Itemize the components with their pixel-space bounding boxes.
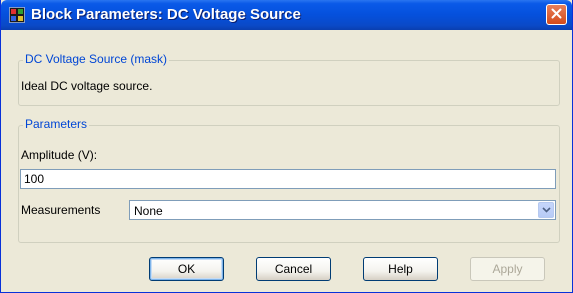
apply-button[interactable]: Apply: [470, 257, 545, 281]
description-group-legend: DC Voltage Source (mask): [23, 52, 170, 66]
description-group: DC Voltage Source (mask) Ideal DC voltag…: [18, 52, 560, 106]
help-button[interactable]: Help: [363, 257, 438, 281]
ok-button[interactable]: OK: [149, 257, 224, 281]
chevron-down-icon[interactable]: [538, 202, 554, 218]
close-button[interactable]: [546, 4, 567, 25]
amplitude-label: Amplitude (V):: [21, 148, 98, 162]
block-description: Ideal DC voltage source.: [21, 79, 153, 93]
measurements-label: Measurements: [21, 203, 101, 217]
title-bar[interactable]: Block Parameters: DC Voltage Source: [1, 0, 572, 30]
measurements-selected-value: None: [134, 204, 163, 218]
cancel-button[interactable]: Cancel: [256, 257, 331, 281]
amplitude-input[interactable]: [20, 169, 556, 189]
dialog-title: Block Parameters: DC Voltage Source: [31, 6, 301, 23]
measurements-select[interactable]: None: [129, 200, 556, 220]
close-icon: [551, 6, 562, 24]
parameters-group-legend: Parameters: [23, 117, 90, 131]
block-parameters-dialog: Block Parameters: DC Voltage Source DC V…: [0, 0, 573, 293]
simulink-block-icon: [9, 7, 25, 23]
parameters-group: Parameters Amplitude (V): Measurements N…: [18, 117, 560, 243]
